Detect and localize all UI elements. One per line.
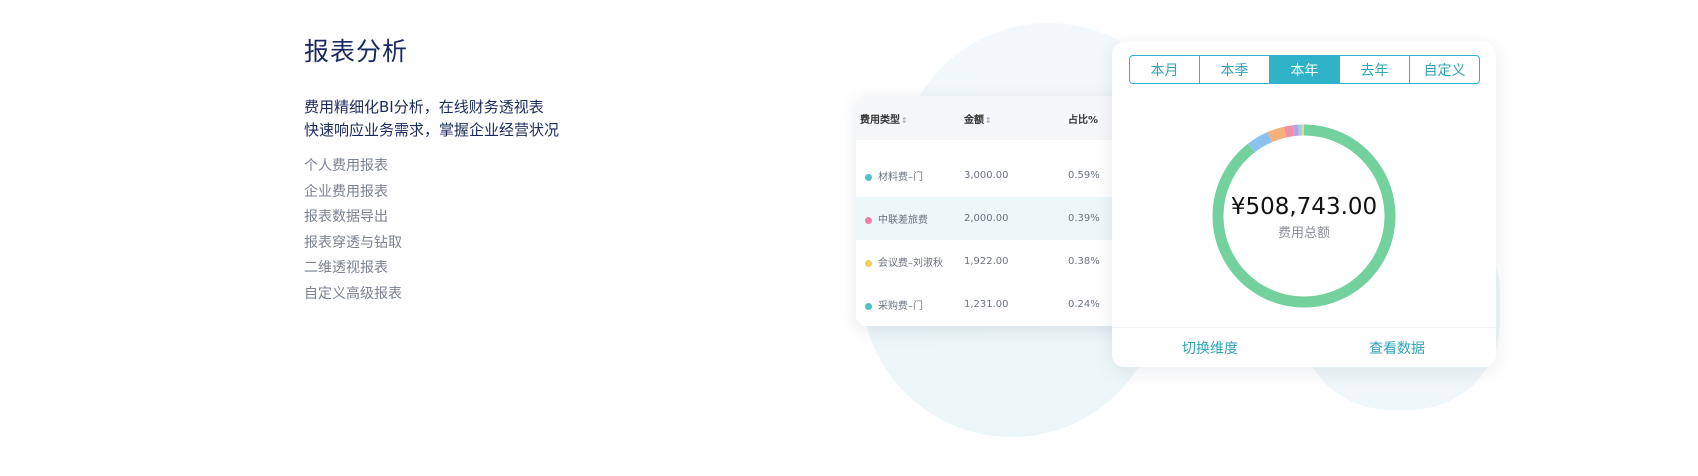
column-header-label: 金额 — [964, 115, 984, 126]
report-analysis-section: 报表分析 费用精细化BI分析，在线财务透视表 快速响应业务需求，掌握企业经营状况… — [304, 32, 559, 307]
donut-segment — [1293, 130, 1298, 131]
column-header-type[interactable]: 费用类型⇕ — [856, 111, 964, 126]
total-label: 费用总额 — [1112, 222, 1496, 241]
divider — [1112, 327, 1496, 328]
donut-segment — [1270, 132, 1285, 137]
column-header-amount[interactable]: 金额⇕ — [964, 111, 1068, 126]
feature-item: 企业费用报表 — [304, 180, 559, 206]
feature-item: 个人费用报表 — [304, 154, 559, 180]
subtitle-line: 费用精细化BI分析，在线财务透视表 — [304, 96, 559, 119]
switch-dimension-link[interactable]: 切换维度 — [1182, 338, 1238, 358]
donut-segment — [1285, 131, 1293, 132]
feature-item: 自定义高级报表 — [304, 282, 559, 308]
feature-item: 报表数据导出 — [304, 205, 559, 231]
sort-icon: ⇕ — [901, 116, 908, 125]
amount-cell: 2,000.00 — [964, 213, 1068, 224]
feature-list: 个人费用报表 企业费用报表 报表数据导出 报表穿透与钻取 二维透视报表 自定义高… — [304, 154, 559, 307]
category-name: 中联差旅费 — [878, 215, 928, 226]
period-tabs: 本月 本季 本年 去年 自定义 — [1129, 55, 1480, 84]
category-name: 材料费–门 — [878, 172, 923, 183]
feature-item: 二维透视报表 — [304, 256, 559, 282]
feature-item: 报表穿透与钻取 — [304, 231, 559, 257]
amount-cell: 3,000.00 — [964, 170, 1068, 181]
amount-cell: 1,922.00 — [964, 256, 1068, 267]
section-title: 报表分析 — [304, 32, 559, 68]
sort-icon: ⇕ — [985, 116, 992, 125]
total-amount: ¥508,743.00 — [1112, 194, 1496, 220]
category-dot — [865, 217, 872, 224]
subtitle-line: 快速响应业务需求，掌握企业经营状况 — [304, 119, 559, 142]
category-dot — [865, 174, 872, 181]
amount-cell: 1,231.00 — [964, 299, 1068, 310]
expense-summary-card: 本月 本季 本年 去年 自定义 ¥508,743.00 费用总额 切换维度 查看… — [1112, 42, 1496, 367]
donut-segment — [1251, 137, 1270, 148]
tab-custom[interactable]: 自定义 — [1410, 56, 1479, 83]
tab-this-year[interactable]: 本年 — [1270, 56, 1340, 83]
section-subtitle: 费用精细化BI分析，在线财务透视表 快速响应业务需求，掌握企业经营状况 — [304, 96, 559, 142]
category-name: 采购费–门 — [878, 301, 923, 312]
tab-last-year[interactable]: 去年 — [1340, 56, 1410, 83]
category-name: 会议费–刘淑秋 — [878, 258, 943, 269]
view-data-link[interactable]: 查看数据 — [1369, 338, 1425, 358]
tab-this-month[interactable]: 本月 — [1130, 56, 1200, 83]
category-dot — [865, 260, 872, 267]
column-header-label: 费用类型 — [860, 115, 900, 126]
tab-this-quarter[interactable]: 本季 — [1200, 56, 1270, 83]
category-dot — [865, 303, 872, 310]
